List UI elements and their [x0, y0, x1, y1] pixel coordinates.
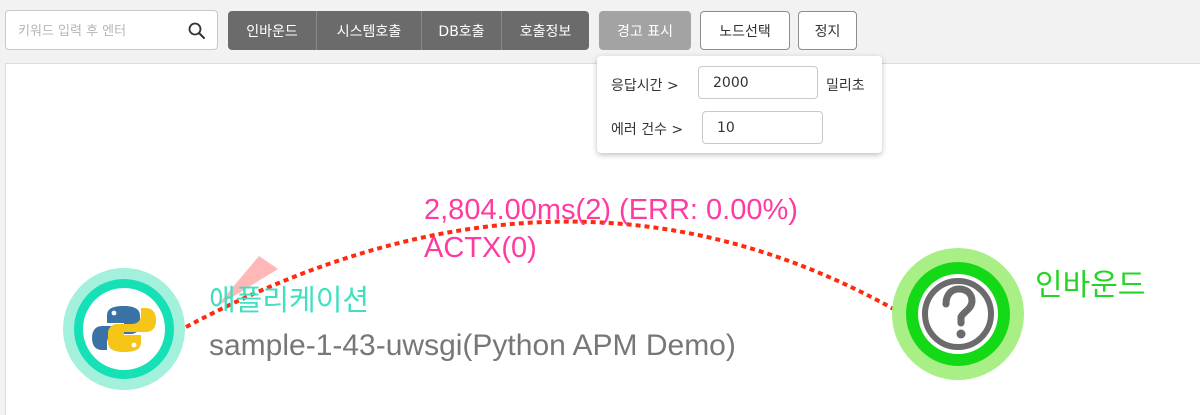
system-call-filter-button[interactable]: 시스템호출: [317, 11, 422, 50]
db-call-filter-button[interactable]: DB호출: [422, 11, 502, 50]
response-time-input[interactable]: [698, 66, 818, 99]
node-select-button[interactable]: 노드선택: [700, 11, 790, 50]
application-name-label: sample-1-43-uwsgi(Python APM Demo): [209, 329, 736, 362]
inbound-node[interactable]: [892, 248, 1024, 380]
error-count-label: 에러 건수 >: [611, 122, 684, 138]
inbound-type-label: 인바운드: [1035, 269, 1146, 302]
search-icon[interactable]: [187, 21, 207, 41]
search-input[interactable]: [16, 17, 180, 45]
response-time-unit: 밀리초: [826, 78, 865, 94]
filter-button-group: 인바운드 시스템호출 DB호출 호출정보: [228, 11, 589, 50]
inbound-filter-button[interactable]: 인바운드: [228, 11, 317, 50]
toolbar: 인바운드 시스템호출 DB호출 호출정보 경고 표시 노드선택 정지: [0, 0, 1200, 62]
search-box: [5, 10, 218, 50]
alert-threshold-popup: 응답시간 > 밀리초 에러 건수 >: [597, 56, 882, 153]
warning-display-button[interactable]: 경고 표시: [599, 11, 691, 50]
stop-button[interactable]: 정지: [798, 11, 857, 50]
edge-actx-label: ACTX(0): [424, 232, 537, 264]
response-time-label: 응답시간 >: [611, 78, 679, 94]
error-count-input[interactable]: [702, 111, 823, 144]
call-info-filter-button[interactable]: 호출정보: [502, 11, 589, 50]
edge-metrics-label: 2,804.00ms(2) (ERR: 0.00%): [424, 194, 798, 226]
application-type-label: 애플리케이션: [209, 285, 370, 317]
application-node[interactable]: [63, 268, 185, 390]
